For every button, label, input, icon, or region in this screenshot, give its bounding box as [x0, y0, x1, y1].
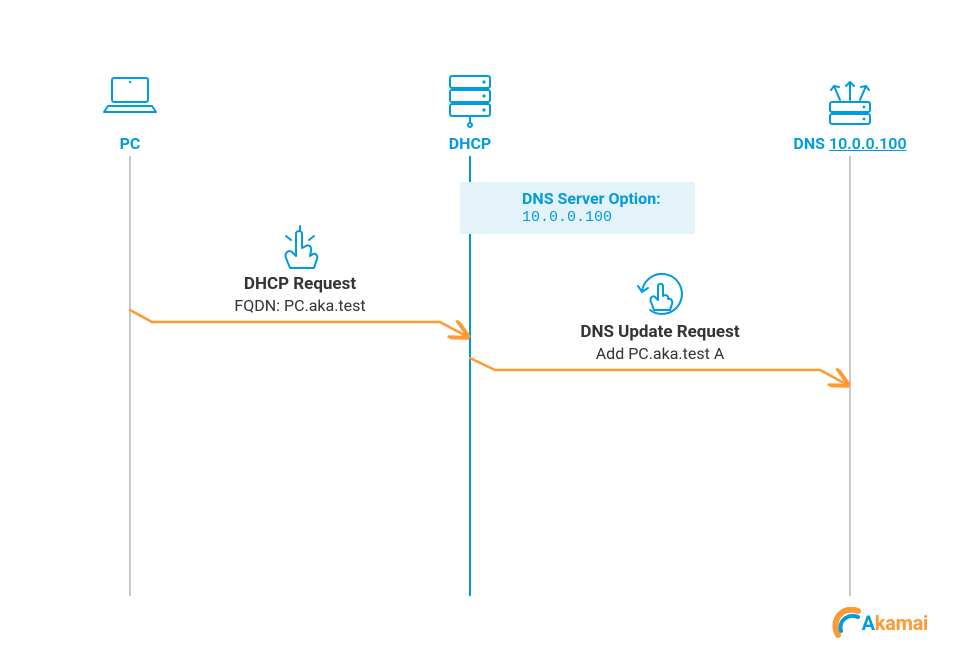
- actor-pc-label: PC: [120, 134, 141, 153]
- message-dhcp-request-title: DHCP Request: [140, 274, 460, 294]
- actor-dhcp-label: DHCP: [449, 134, 491, 153]
- actor-dns: DNS 10.0.0.100: [750, 70, 950, 153]
- pointing-hand-icon: [286, 226, 318, 268]
- message-dhcp-request: DHCP Request FQDN: PC.aka.test: [140, 274, 460, 315]
- actor-dns-label: DNS 10.0.0.100: [793, 134, 906, 153]
- actor-dhcp: DHCP: [370, 70, 570, 153]
- actor-dns-ip: 10.0.0.100: [829, 134, 907, 153]
- message-dns-update-title: DNS Update Request: [500, 322, 820, 342]
- akamai-wave-icon: [832, 607, 866, 639]
- brand-logo-text: Akamai: [862, 611, 928, 635]
- message-dns-update: DNS Update Request Add PC.aka.test A: [500, 322, 820, 363]
- dns-server-option-box: DNS Server Option: 10.0.0.100: [460, 182, 695, 234]
- message-dhcp-request-sub: FQDN: PC.aka.test: [140, 296, 460, 315]
- message-dns-update-sub: Add PC.aka.test A: [500, 344, 820, 363]
- actor-dns-label-text: DNS: [793, 134, 825, 153]
- brand-logo: Akamai: [832, 607, 928, 639]
- dns-option-title: DNS Server Option:: [522, 189, 661, 209]
- dns-option-value: 10.0.0.100: [522, 209, 661, 228]
- refresh-hand-icon: [638, 274, 682, 314]
- actor-pc: PC: [30, 70, 230, 153]
